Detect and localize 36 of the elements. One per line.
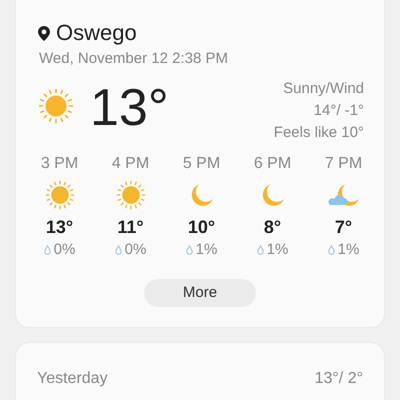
raindrop-icon — [186, 244, 193, 254]
condition-text: Sunny/Wind — [283, 79, 364, 99]
sun-icon — [38, 88, 74, 124]
location-pin-icon — [38, 26, 50, 40]
location-name: Oswego — [56, 22, 137, 44]
yesterday-high-low: 13°/ 2° — [314, 369, 363, 389]
hour-temperature: 8° — [264, 218, 282, 236]
precipitation-chance: 0% — [54, 242, 76, 257]
hour-temperature: 13° — [46, 218, 74, 236]
raindrop-icon — [114, 244, 122, 254]
hour-time: 6 PM — [254, 156, 292, 172]
date-time: Wed, November 12 2:38 PM — [38, 51, 229, 66]
current-temperature: 13° — [90, 82, 169, 139]
raindrop-icon — [44, 244, 51, 254]
high-low-text: 14°/ -1° — [314, 101, 364, 121]
raindrop-icon — [328, 244, 335, 254]
hour-temperature: 10° — [188, 218, 216, 236]
hour-time: 5 PM — [182, 156, 220, 172]
hour-time: 3 PM — [40, 156, 78, 172]
hour-temperature: 7° — [334, 218, 352, 236]
hour-time: 4 PM — [112, 156, 150, 172]
moon-icon — [190, 183, 214, 207]
precipitation-chance: 0% — [124, 242, 146, 257]
sun-icon — [116, 180, 146, 210]
yesterday-label: Yesterday — [37, 369, 108, 389]
sun-icon — [44, 180, 74, 210]
raindrop-icon — [256, 244, 264, 254]
hour-temperature: 11° — [117, 218, 144, 236]
moon-cloud-icon — [328, 183, 360, 207]
hour-time: 7 PM — [324, 156, 362, 172]
precipitation-chance: 1% — [266, 242, 288, 257]
more-button[interactable]: More — [144, 279, 256, 307]
precipitation-chance: 1% — [196, 242, 218, 257]
precipitation-chance: 1% — [338, 242, 360, 257]
moon-icon — [260, 183, 284, 207]
feels-like-text: Feels like 10° — [274, 123, 364, 143]
